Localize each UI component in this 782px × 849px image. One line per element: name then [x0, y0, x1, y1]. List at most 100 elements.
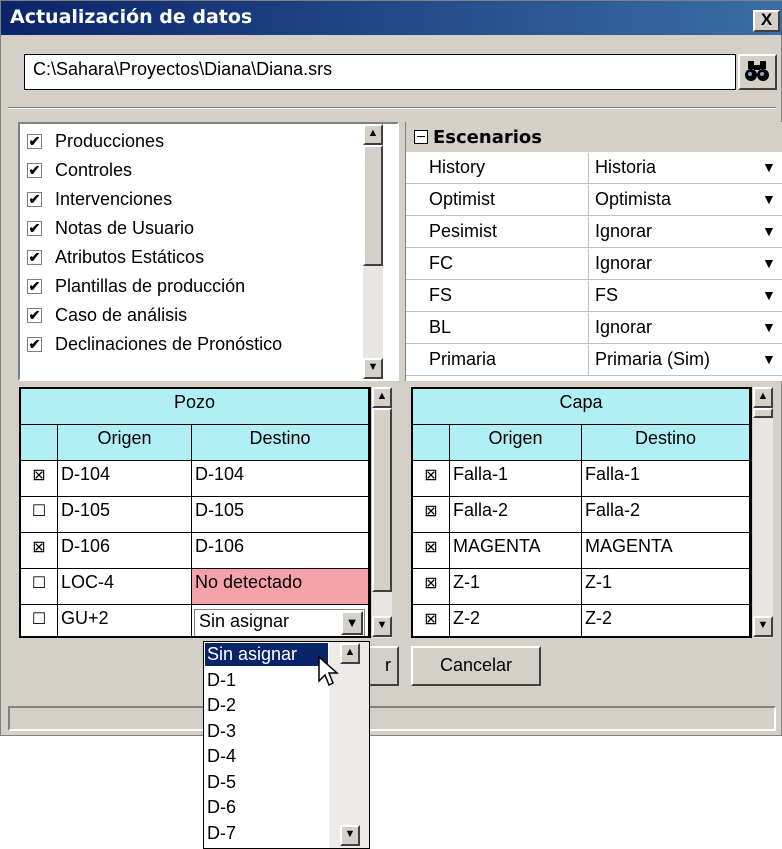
checklist-item[interactable]: ✔ Producciones: [27, 127, 164, 155]
destino-dropdown-list[interactable]: Sin asignar D-1 D-2 D-3 D-4 D-5 D-6 D-7 ▲ ▼: [203, 641, 370, 849]
dropdown-option[interactable]: Sin asignar: [204, 642, 329, 667]
dropdown-option[interactable]: D-1: [205, 669, 328, 692]
close-button[interactable]: X: [753, 10, 780, 32]
data-type-checklist[interactable]: ✔ Producciones ✔ Controles ✔ Intervenciones ✔ N…: [18, 122, 399, 381]
column-header-origen: Origen: [58, 425, 192, 461]
path-field[interactable]: C:\Sahara\Proyectos\Diana\Diana.srs: [24, 54, 736, 90]
title-bar: Actualización de datos X: [1, 1, 782, 35]
checklist-item-label: Declinaciones de Pronóstico: [55, 333, 283, 354]
checkbox[interactable]: ✔: [27, 278, 42, 294]
row-checkbox[interactable]: ⊠: [21, 533, 58, 569]
checklist-item-label: Caso de análisis: [55, 304, 188, 325]
scroll-up-button[interactable]: ▲: [753, 387, 773, 408]
escenario-row[interactable]: Pesimist Ignorar ▼: [406, 217, 782, 248]
checklist-item[interactable]: ✔ Notas de Usuario: [27, 214, 194, 242]
dropdown-arrow-icon[interactable]: ▼: [341, 611, 363, 635]
dropdown-arrow-icon[interactable]: ▼: [762, 191, 776, 207]
destino-cell: D-106: [192, 533, 369, 569]
checkbox[interactable]: ✔: [27, 133, 42, 149]
dropdown-arrow-icon[interactable]: ▼: [762, 255, 776, 271]
scroll-up-button[interactable]: ▲: [363, 124, 383, 145]
origen-cell: D-106: [58, 533, 192, 569]
scroll-up-button[interactable]: ▲: [340, 643, 360, 664]
checklist-item[interactable]: ✔ Declinaciones de Pronóstico: [27, 330, 282, 358]
pozo-scrollbar[interactable]: ▲ ▼: [372, 387, 392, 638]
checkbox[interactable]: ✔: [27, 162, 42, 178]
row-checkbox[interactable]: ⊠: [413, 533, 450, 569]
escenario-row[interactable]: Primaria Primaria (Sim) ▼: [406, 345, 782, 376]
origen-cell: D-104: [58, 461, 192, 497]
capa-table: Capa Origen Destino ⊠ Falla-1 Falla-1 ⊠ Falla-2…: [411, 387, 752, 638]
dropdown-option[interactable]: D-2: [205, 694, 328, 717]
escenario-name: BL: [406, 313, 589, 343]
checkbox[interactable]: ✔: [27, 191, 42, 207]
dropdown-option[interactable]: D-4: [205, 745, 328, 768]
capa-scrollbar[interactable]: ▲ ▼: [753, 387, 773, 638]
row-checkbox[interactable]: ☐: [21, 497, 58, 533]
scroll-thumb[interactable]: [363, 145, 383, 266]
escenario-value[interactable]: Historia: [595, 157, 656, 178]
escenario-row[interactable]: Optimist Optimista ▼: [406, 185, 782, 216]
dropdown-option[interactable]: D-3: [205, 720, 328, 743]
checklist-scrollbar[interactable]: ▲ ▼: [363, 124, 383, 379]
row-checkbox[interactable]: ☐: [21, 569, 58, 605]
checklist-item[interactable]: ✔ Atributos Estáticos: [27, 243, 204, 271]
checklist-item[interactable]: ✔ Intervenciones: [27, 185, 172, 213]
escenario-row[interactable]: History Historia ▼: [406, 153, 782, 184]
status-bar: [8, 706, 776, 731]
dropdown-arrow-icon[interactable]: ▼: [762, 351, 776, 367]
checklist-item[interactable]: ✔ Controles: [27, 156, 132, 184]
escenario-row[interactable]: FC Ignorar ▼: [406, 249, 782, 280]
checklist-item-label: Notas de Usuario: [55, 217, 195, 238]
collapse-icon[interactable]: [414, 130, 428, 144]
origen-cell: LOC-4: [58, 569, 192, 605]
browse-button[interactable]: [738, 54, 777, 90]
scroll-down-button[interactable]: ▼: [340, 825, 360, 846]
scroll-down-button[interactable]: ▼: [363, 358, 383, 379]
checklist-item[interactable]: ✔ Plantillas de producción: [27, 272, 245, 300]
checkbox[interactable]: ✔: [27, 220, 42, 236]
escenario-value[interactable]: Ignorar: [595, 317, 652, 338]
destino-combobox[interactable]: Sin asignar ▼: [192, 605, 369, 636]
escenario-value[interactable]: Ignorar: [595, 221, 652, 242]
scroll-up-button[interactable]: ▲: [372, 387, 392, 408]
row-checkbox[interactable]: ⊠: [21, 461, 58, 497]
dropdown-arrow-icon[interactable]: ▼: [762, 159, 776, 175]
row-checkbox[interactable]: ⊠: [413, 497, 450, 533]
cancel-button[interactable]: Cancelar: [411, 646, 541, 686]
dropdown-arrow-icon[interactable]: ▼: [762, 223, 776, 239]
escenario-value[interactable]: Optimista: [595, 189, 671, 210]
escenario-value[interactable]: Primaria (Sim): [595, 349, 710, 370]
escenario-name: Pesimist: [406, 217, 589, 247]
escenario-row[interactable]: BL Ignorar ▼: [406, 313, 782, 344]
origen-cell: Falla-2: [450, 497, 582, 533]
escenario-value[interactable]: Ignorar: [595, 253, 652, 274]
dropdown-option[interactable]: D-7: [205, 822, 328, 845]
dropdown-arrow-icon[interactable]: ▼: [762, 287, 776, 303]
scroll-down-button[interactable]: ▼: [753, 616, 773, 637]
escenario-row[interactable]: FS FS ▼: [406, 281, 782, 312]
scroll-down-button[interactable]: ▼: [372, 616, 392, 637]
dropdown-option[interactable]: D-6: [205, 796, 328, 819]
escenarios-header[interactable]: Escenarios: [406, 122, 782, 152]
origen-cell: D-105: [58, 497, 192, 533]
scroll-thumb[interactable]: [372, 408, 392, 592]
escenario-value[interactable]: FS: [595, 285, 618, 306]
scroll-thumb[interactable]: [753, 408, 773, 418]
destino-combobox-field[interactable]: Sin asignar ▼: [194, 609, 365, 636]
row-checkbox[interactable]: ⊠: [413, 605, 450, 636]
dropdown-arrow-icon[interactable]: ▼: [762, 319, 776, 335]
checkbox[interactable]: ✔: [27, 336, 42, 352]
escenarios-title: Escenarios: [433, 126, 542, 148]
origen-cell: Z-2: [450, 605, 582, 636]
dropdown-option[interactable]: D-5: [205, 771, 328, 794]
destino-cell: Falla-1: [582, 461, 750, 497]
row-checkbox[interactable]: ⊠: [413, 569, 450, 605]
escenario-name: FS: [406, 281, 589, 311]
checkbox[interactable]: ✔: [27, 307, 42, 323]
row-checkbox[interactable]: ☐: [21, 605, 58, 636]
row-checkbox[interactable]: ⊠: [413, 461, 450, 497]
checklist-item[interactable]: ✔ Caso de análisis: [27, 301, 187, 329]
escenario-name: History: [406, 153, 589, 183]
checkbox[interactable]: ✔: [27, 249, 42, 265]
